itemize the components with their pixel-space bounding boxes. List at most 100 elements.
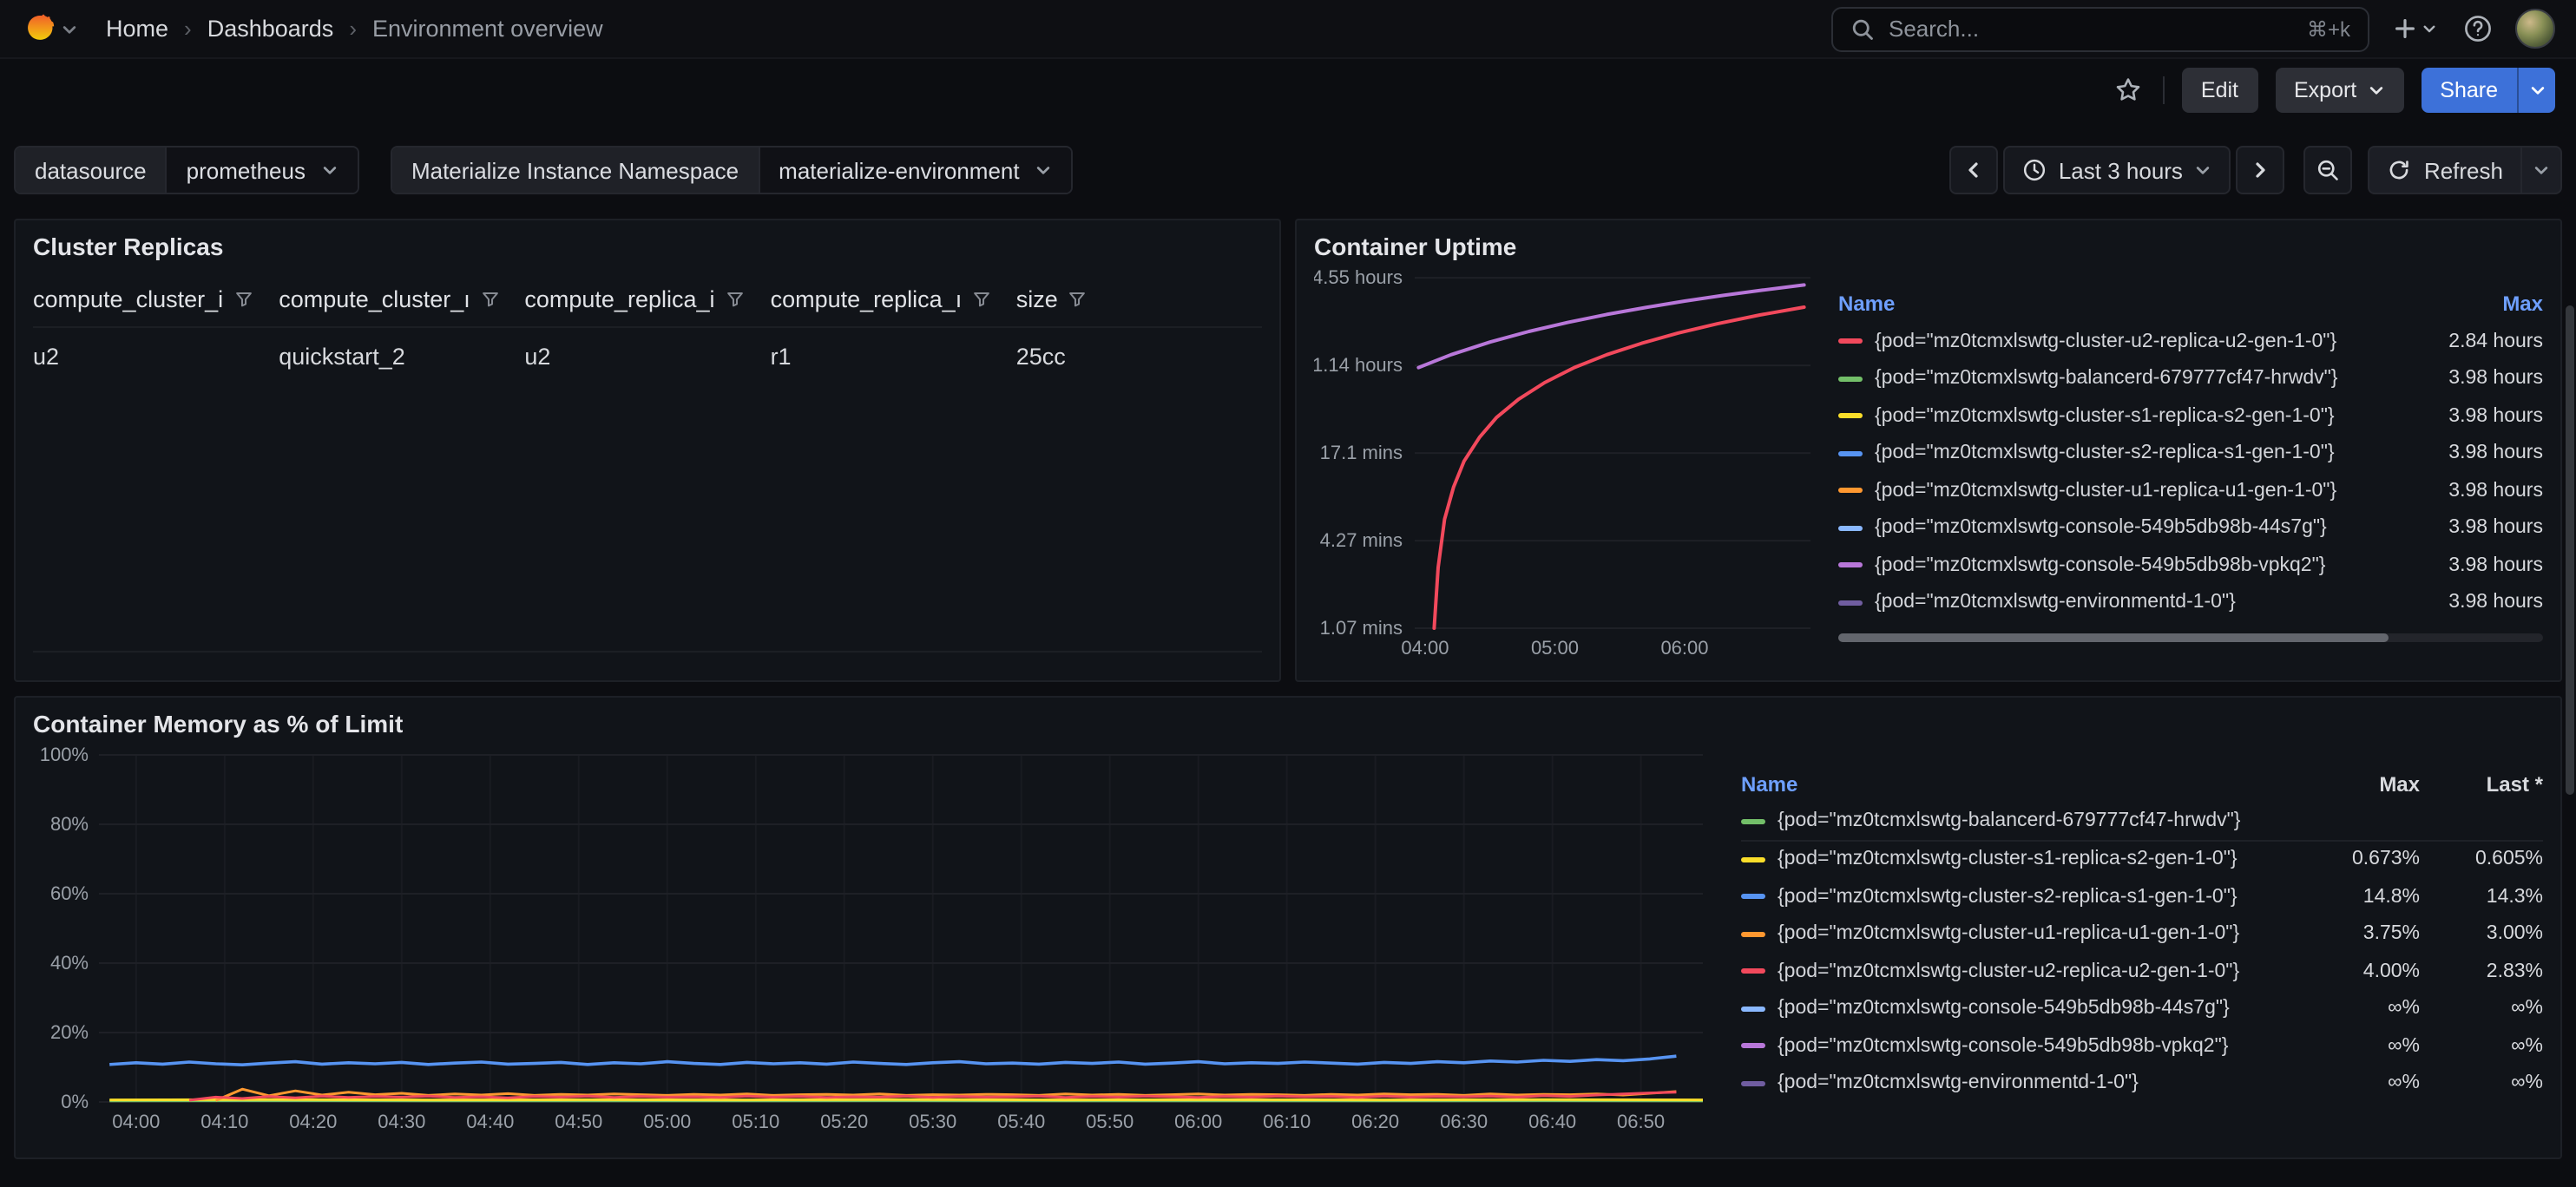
column-header[interactable]: compute_cluster_ı [279, 278, 524, 327]
series-name[interactable]: {pod="mz0tcmxlswtg-cluster-u2-replica-u2… [1778, 961, 2307, 982]
page-scrollbar[interactable] [2566, 305, 2574, 795]
datasource-picker[interactable]: prometheus [166, 148, 358, 193]
memory-timeseries-chart[interactable]: 04:0004:1004:2004:3004:4004:5005:0005:10… [33, 741, 1717, 1137]
svg-text:100%: 100% [40, 744, 89, 765]
series-color-swatch [1838, 563, 1863, 568]
series-max-value: 2.84 hours [2418, 331, 2543, 352]
legend-row[interactable]: {pod="mz0tcmxlswtg-environmentd-1-0"} 3.9… [1838, 584, 2543, 621]
legend-max-header[interactable]: Max [2319, 772, 2420, 797]
time-shift-forward-button[interactable] [2237, 146, 2285, 194]
legend-row[interactable]: {pod="mz0tcmxlswtg-balancerd-679777cf47-… [1838, 360, 2543, 397]
filter-icon[interactable] [972, 290, 991, 309]
legend-row[interactable]: {pod="mz0tcmxlswtg-cluster-u2-replica-u2… [1741, 953, 2543, 990]
legend-row[interactable]: {pod="mz0tcmxlswtg-environmentd-1-0"}∞%∞… [1741, 1065, 2543, 1102]
series-name[interactable]: {pod="mz0tcmxlswtg-cluster-s1-replica-s2… [1875, 406, 2406, 427]
filter-icon[interactable] [726, 290, 745, 309]
legend-row[interactable]: {pod="mz0tcmxlswtg-cluster-s1-replica-s2… [1838, 397, 2543, 435]
breadcrumb-home[interactable]: Home [106, 16, 168, 42]
legend-row[interactable]: {pod="mz0tcmxlswtg-console-549b5db98b-vp… [1741, 1027, 2543, 1065]
help-button[interactable] [2460, 10, 2496, 47]
table-row[interactable]: u2quickstart_2u2r125cc [33, 327, 1262, 385]
filter-icon[interactable] [233, 290, 253, 309]
series-name[interactable]: {pod="mz0tcmxlswtg-cluster-u1-replica-u1… [1875, 481, 2406, 502]
series-name[interactable]: {pod="mz0tcmxlswtg-console-549b5db98b-44… [1778, 999, 2307, 1020]
series-name[interactable]: {pod="mz0tcmxlswtg-cluster-s2-replica-s1… [1778, 887, 2307, 908]
new-menu-button[interactable] [2389, 12, 2441, 45]
legend-row[interactable]: {pod="mz0tcmxlswtg-cluster-s1-replica-s2… [1741, 841, 2543, 878]
series-name[interactable]: {pod="mz0tcmxlswtg-console-549b5db98b-vp… [1875, 555, 2406, 576]
panel-title[interactable]: Container Memory as % of Limit [33, 710, 2543, 738]
variable-label: Materialize Instance Namespace [392, 148, 758, 193]
svg-text:60%: 60% [50, 882, 89, 904]
panel-title[interactable]: Container Uptime [1314, 233, 2543, 260]
legend-name-header[interactable]: Name [1741, 772, 2307, 797]
legend-row[interactable]: {pod="mz0tcmxlswtg-cluster-u1-replica-u1… [1741, 915, 2543, 953]
series-name[interactable]: {pod="mz0tcmxlswtg-cluster-s2-replica-s1… [1875, 443, 2406, 464]
user-avatar[interactable] [2515, 9, 2555, 49]
variable-label: datasource [16, 148, 166, 193]
legend-row[interactable]: {pod="mz0tcmxlswtg-cluster-s2-replica-s1… [1741, 878, 2543, 915]
scrollbar-thumb[interactable] [1838, 633, 2388, 642]
refresh-interval-caret[interactable] [2520, 146, 2562, 194]
favorite-star-button[interactable] [2111, 73, 2146, 108]
time-range-picker[interactable]: Last 3 hours [2003, 146, 2231, 194]
series-color-swatch [1741, 895, 1765, 900]
legend-row[interactable]: {pod="mz0tcmxlswtg-console-549b5db98b-44… [1838, 509, 2543, 547]
svg-text:05:10: 05:10 [732, 1111, 779, 1132]
series-color-swatch [1741, 1007, 1765, 1012]
chevron-right-icon [2251, 160, 2271, 180]
column-header[interactable]: size [1016, 278, 1262, 327]
filter-icon[interactable] [481, 290, 500, 309]
svg-text:05:20: 05:20 [820, 1111, 868, 1132]
breadcrumb-dashboards[interactable]: Dashboards [207, 16, 334, 42]
edit-button[interactable]: Edit [2182, 68, 2257, 113]
svg-text:06:00: 06:00 [1660, 637, 1708, 659]
zoom-out-button[interactable] [2304, 146, 2353, 194]
series-name[interactable]: {pod="mz0tcmxlswtg-cluster-u1-replica-u1… [1778, 924, 2307, 945]
column-header[interactable]: compute_replica_ı [771, 278, 1016, 327]
legend-name-header[interactable]: Name [1838, 292, 2406, 316]
series-name[interactable]: {pod="mz0tcmxlswtg-console-549b5db98b-44… [1875, 518, 2406, 539]
svg-text:04:10: 04:10 [200, 1111, 248, 1132]
legend-row[interactable]: {pod="mz0tcmxlswtg-console-549b5db98b-vp… [1838, 547, 2543, 584]
uptime-timeseries-chart[interactable]: 1.07 mins4.27 mins17.1 mins1.14 hours4.5… [1314, 264, 1817, 663]
time-shift-back-button[interactable] [1949, 146, 1998, 194]
svg-text:06:50: 06:50 [1617, 1111, 1665, 1132]
series-name[interactable]: {pod="mz0tcmxlswtg-environmentd-1-0"} [1875, 593, 2406, 613]
legend-row[interactable]: {pod="mz0tcmxlswtg-cluster-u1-replica-u1… [1838, 472, 2543, 509]
legend-row[interactable]: {pod="mz0tcmxlswtg-console-549b5db98b-44… [1741, 990, 2543, 1027]
column-header[interactable]: compute_cluster_i [33, 278, 279, 327]
dashboard-controls: datasource prometheus Materialize Instan… [14, 146, 2562, 194]
legend-last-header[interactable]: Last * [2432, 772, 2543, 797]
column-header[interactable]: compute_replica_i [524, 278, 770, 327]
series-name[interactable]: {pod="mz0tcmxlswtg-environmentd-1-0"} [1778, 1073, 2307, 1094]
series-name[interactable]: {pod="mz0tcmxlswtg-console-549b5db98b-vp… [1778, 1036, 2307, 1057]
search-input[interactable]: Search... ⌘+k [1831, 6, 2369, 51]
legend-row[interactable]: {pod="mz0tcmxlswtg-balancerd-679777cf47-… [1741, 803, 2543, 841]
namespace-picker[interactable]: materialize-environment [758, 148, 1071, 193]
star-icon [2114, 76, 2142, 104]
chevron-down-icon [1035, 161, 1053, 179]
series-name[interactable]: {pod="mz0tcmxlswtg-cluster-s1-replica-s2… [1778, 849, 2307, 870]
legend-scrollbar[interactable] [1838, 633, 2543, 642]
svg-text:06:40: 06:40 [1528, 1111, 1576, 1132]
legend-max-header[interactable]: Max [2418, 292, 2543, 316]
uptime-legend: Name Max {pod="mz0tcmxlswtg-cluster-u2-r… [1817, 285, 2543, 663]
share-button-label: Share [2440, 78, 2498, 102]
org-switcher[interactable] [21, 10, 78, 47]
legend-row[interactable]: {pod="mz0tcmxlswtg-cluster-u2-replica-u2… [1838, 323, 2543, 360]
series-name[interactable]: {pod="mz0tcmxlswtg-balancerd-679777cf47-… [1778, 811, 2307, 832]
share-button[interactable]: Share [2421, 68, 2517, 113]
series-max-value: 3.98 hours [2418, 555, 2543, 576]
series-max-value: 3.98 hours [2418, 593, 2543, 613]
share-dropdown-caret[interactable] [2517, 68, 2555, 113]
series-name[interactable]: {pod="mz0tcmxlswtg-cluster-u2-replica-u2… [1875, 331, 2406, 352]
legend-header: Name Max Last * [1741, 765, 2543, 803]
panel-title[interactable]: Cluster Replicas [33, 233, 1262, 260]
filter-icon[interactable] [1068, 290, 1088, 309]
legend-row[interactable]: {pod="mz0tcmxlswtg-cluster-s2-replica-s1… [1838, 435, 2543, 472]
series-name[interactable]: {pod="mz0tcmxlswtg-balancerd-679777cf47-… [1875, 369, 2406, 390]
refresh-button[interactable]: Refresh [2369, 146, 2520, 194]
table-cell: quickstart_2 [279, 327, 524, 385]
export-button[interactable]: Export [2275, 68, 2403, 113]
